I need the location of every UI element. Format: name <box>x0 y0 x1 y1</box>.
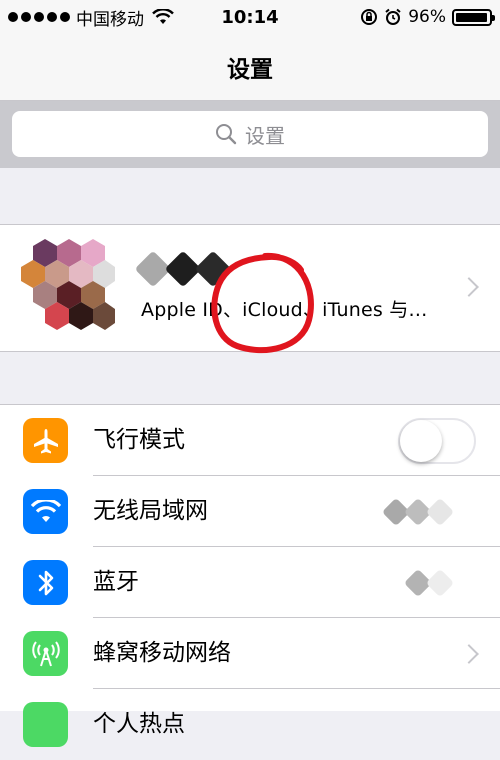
hotspot-icon <box>23 702 68 747</box>
list-item-wifi[interactable]: 无线局域网 <box>0 476 500 547</box>
page-title: 设置 <box>227 57 273 83</box>
row-label: 个人热点 <box>93 711 185 737</box>
search-input[interactable]: 设置 <box>12 111 488 157</box>
search-placeholder: 设置 <box>245 123 285 148</box>
row-label: 蓝牙 <box>93 569 139 595</box>
annotation-circle <box>211 252 314 354</box>
battery-percent: 96% <box>408 7 446 27</box>
carrier-name: 中国移动 <box>76 9 144 30</box>
list-item-hotspot[interactable]: 个人热点 <box>0 689 500 760</box>
status-bar: 中国移动 10:14 96% <box>0 0 500 34</box>
alarm-icon <box>385 8 401 25</box>
redacted-value <box>403 568 455 598</box>
search-icon <box>216 124 237 145</box>
list-item-bluetooth[interactable]: 蓝牙 <box>0 547 500 618</box>
wifi-status-icon <box>152 9 174 24</box>
wifi-icon <box>23 489 68 534</box>
chevron-right-icon <box>459 277 479 297</box>
row-label: 蜂窝移动网络 <box>93 640 231 666</box>
signal-strength-icon <box>8 12 70 22</box>
chevron-right-icon <box>459 644 479 664</box>
battery-icon <box>452 8 495 26</box>
status-right: 96% <box>360 7 500 27</box>
row-label: 无线局域网 <box>93 498 208 524</box>
redacted-value <box>381 497 455 527</box>
toggle-knob <box>400 420 442 462</box>
rotation-lock-icon <box>361 9 378 25</box>
row-label: 飞行模式 <box>93 427 185 453</box>
cellular-icon <box>23 631 68 676</box>
avatar <box>21 239 115 330</box>
status-time: 10:14 <box>221 6 279 28</box>
bluetooth-icon <box>23 560 68 605</box>
airplane-mode-toggle[interactable] <box>398 418 476 464</box>
list-item-airplane-mode: 飞行模式 <box>0 405 500 476</box>
settings-list: 飞行模式 无线局域网 蓝牙 蜂窝移动网络 个人热点 <box>0 404 500 747</box>
list-item-cellular[interactable]: 蜂窝移动网络 <box>0 618 500 689</box>
search-area: 设置 <box>0 101 500 168</box>
status-left: 中国移动 <box>0 5 174 30</box>
navigation-bar: 设置 <box>0 34 500 101</box>
airplane-icon <box>23 418 68 463</box>
